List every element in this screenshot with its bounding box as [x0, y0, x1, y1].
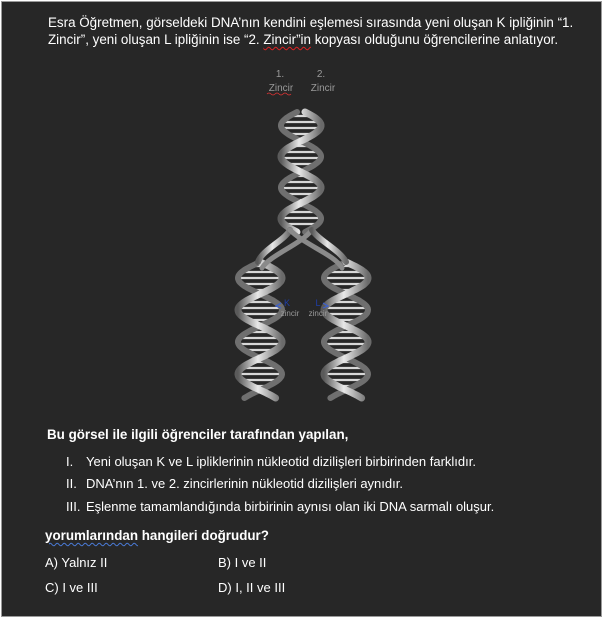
strand-2-number: 2.: [317, 69, 325, 80]
strand-k-letter: K: [284, 298, 290, 308]
statement-2: II. DNA’nın 1. ve 2. zincirlerinin nükleo…: [66, 476, 403, 491]
daughter-dna-helix-left: [234, 258, 286, 402]
strand-l-label: zincir: [309, 309, 328, 318]
option-a[interactable]: A) Yalnız II: [45, 555, 107, 570]
strand-1-label: Zincir: [269, 83, 294, 94]
strand-k-label: zincir: [281, 309, 300, 318]
option-b[interactable]: B) I ve II: [218, 555, 266, 570]
backbone-strand-front: [234, 258, 286, 402]
statement-1-number: I.: [66, 454, 74, 469]
statement-3: III. Eşlenme tamamlandığında birbirinin a…: [66, 499, 494, 514]
option-d[interactable]: D) I, II ve III: [218, 580, 285, 595]
dna-replication-figure: 1. Zincir 2. Zincir K zincir L zincir: [234, 69, 372, 402]
statement-3-number: III.: [66, 499, 81, 514]
strand-1-number: 1.: [276, 69, 284, 80]
statement-2-text: DNA’nın 1. ve 2. zincirlerinin nükleotid…: [86, 476, 403, 491]
statement-3-text: Eşlenme tamamlandığında birbirinin aynıs…: [86, 499, 495, 514]
spellcheck-marked-word-2: yorumlarından: [45, 528, 139, 543]
backbone-strand-front: [320, 258, 372, 402]
strand-l-letter: L: [315, 298, 320, 308]
statement-1-text: Yeni oluşan K ve L ipliklerinin nükleoti…: [86, 454, 476, 469]
question-prompt-rest: hangileri doğrudur?: [138, 528, 269, 543]
question-prompt: yorumlarından hangileri doğrudur?: [45, 528, 269, 543]
option-c[interactable]: C) I ve III: [45, 580, 98, 595]
statements-intro: Bu görsel ile ilgili öğrenciler tarafınd…: [47, 427, 349, 442]
parent-dna-helix: [277, 108, 325, 236]
statement-1: I. Yeni oluşan K ve L ipliklerinin nükleo…: [66, 454, 476, 469]
statement-2-number: II.: [66, 476, 77, 491]
daughter-dna-helix-right: [320, 258, 372, 402]
strand-2-label: Zincir: [311, 83, 336, 94]
